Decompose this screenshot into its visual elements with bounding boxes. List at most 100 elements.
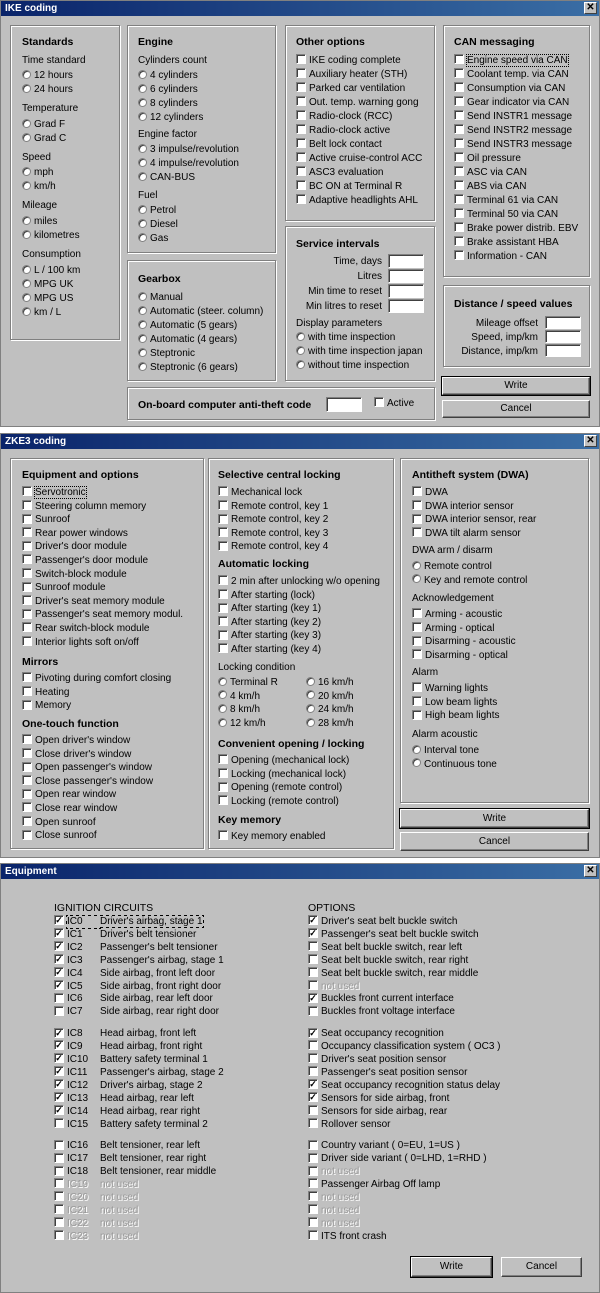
radio-button[interactable] (138, 97, 147, 107)
checkbox-option[interactable]: ✓ IC8 Head airbag, front left (54, 1027, 196, 1041)
checkbox[interactable] (308, 1104, 318, 1115)
checkmark-icon[interactable]: ✓ (54, 954, 64, 965)
checkbox-option[interactable]: Parked car ventilation (296, 82, 405, 96)
checkbox[interactable] (22, 734, 32, 745)
radio-button[interactable] (22, 306, 31, 316)
radio-button[interactable] (138, 171, 147, 181)
radio-option[interactable]: without time inspection (296, 359, 409, 373)
checkbox-option[interactable]: Disarming - acoustic (412, 635, 516, 649)
checkbox-option[interactable]: Passenger's seat memory modul. (22, 608, 183, 622)
checkbox[interactable] (22, 581, 32, 592)
checkbox[interactable] (296, 166, 306, 177)
checkbox-option[interactable]: Low beam lights (412, 695, 497, 710)
checkbox-option[interactable]: Key memory enabled (218, 830, 326, 844)
ike-write-button[interactable]: Write (441, 376, 591, 396)
radio-option[interactable]: 28 km/h (306, 717, 354, 731)
checkbox[interactable] (296, 124, 306, 135)
radio-option[interactable]: Grad C (22, 132, 66, 146)
checkmark-icon[interactable]: ✓ (54, 941, 64, 952)
checkbox-option[interactable]: Information - CAN (454, 250, 547, 264)
checkbox-option[interactable]: DWA interior sensor, rear (412, 513, 536, 527)
radio-button[interactable] (22, 264, 31, 274)
radio-option[interactable]: km/h (22, 180, 56, 194)
checkbox[interactable] (308, 1040, 318, 1051)
checkbox[interactable] (454, 152, 464, 163)
radio-option[interactable]: miles (22, 215, 57, 229)
checkbox-option[interactable]: Open rear window (22, 788, 116, 802)
checkbox[interactable] (218, 540, 228, 551)
checkbox-option[interactable]: Active cruise-control ACC (296, 152, 422, 166)
checkmark-icon[interactable]: ✓ (54, 928, 64, 939)
checkbox-option[interactable]: ✓ Buckles front current interface (308, 992, 454, 1006)
checkbox-option[interactable]: Driver's seat position sensor (308, 1053, 446, 1067)
checkbox-option[interactable]: Belt lock contact (296, 138, 382, 152)
checkbox[interactable] (296, 152, 306, 163)
checkbox-option[interactable]: Warning lights (412, 682, 488, 696)
checkbox-option[interactable]: ✓ IC11 Passenger's airbag, stage 2 (54, 1066, 224, 1080)
service-field-input[interactable] (388, 299, 424, 313)
checkbox-option[interactable]: ✓ IC2 Passenger's belt tensioner (54, 941, 218, 955)
radio-option[interactable]: 12 cylinders (138, 111, 203, 125)
checkbox-option[interactable]: Seat belt buckle switch, rear left (308, 941, 462, 955)
checkbox[interactable] (412, 608, 422, 619)
checkbox[interactable] (22, 685, 32, 696)
radio-option[interactable]: 8 cylinders (138, 97, 198, 111)
radio-option[interactable]: Diesel (138, 218, 178, 232)
checkbox-option[interactable]: Close driver's window (22, 747, 131, 762)
radio-option[interactable]: 16 km/h (306, 676, 354, 690)
checkbox-option[interactable]: IC17 Belt tensioner, rear right (54, 1152, 206, 1166)
checkbox-option[interactable]: ✓ IC12 Driver's airbag, stage 2 (54, 1079, 203, 1093)
checkbox[interactable] (218, 795, 228, 806)
checkbox[interactable] (22, 540, 32, 551)
checkbox[interactable] (454, 54, 464, 65)
distance-field-input[interactable] (545, 344, 581, 357)
radio-option[interactable]: Automatic (5 gears) (138, 319, 237, 333)
radio-button[interactable] (22, 83, 31, 93)
checkbox[interactable] (412, 527, 422, 538)
radio-option[interactable]: kilometres (22, 229, 80, 243)
radio-button[interactable] (138, 111, 147, 121)
checkmark-icon[interactable]: ✓ (54, 1040, 64, 1051)
equipment-cancel-button[interactable]: Cancel (501, 1257, 582, 1277)
checkbox-option[interactable]: Switch-block module (22, 567, 127, 582)
checkbox-option[interactable]: IC7 Side airbag, rear right door (54, 1005, 219, 1019)
radio-button[interactable] (218, 676, 227, 686)
checkbox[interactable] (218, 575, 228, 586)
checkbox-option[interactable]: Coolant temp. via CAN (454, 68, 569, 82)
checkbox[interactable] (296, 96, 306, 107)
checkbox-option[interactable]: Rear switch-block module (22, 622, 150, 636)
checkbox[interactable] (54, 1152, 64, 1163)
checkbox[interactable] (454, 96, 464, 107)
equipment-write-button[interactable]: Write (410, 1256, 493, 1278)
checkbox[interactable] (308, 1053, 318, 1064)
checkbox-option[interactable]: Auxiliary heater (STH) (296, 68, 407, 82)
radio-option[interactable]: Manual (138, 291, 183, 305)
checkbox[interactable] (454, 194, 464, 205)
checkbox[interactable] (374, 397, 384, 408)
checkbox-option[interactable]: Sunroof (22, 513, 70, 527)
radio-button[interactable] (138, 361, 147, 371)
radio-button[interactable] (22, 215, 31, 225)
checkbox-option[interactable]: Brake assistant HBA (454, 236, 559, 250)
checkbox-option[interactable]: Send INSTR3 message (454, 138, 572, 152)
checkbox-option[interactable]: IKE coding complete (296, 54, 401, 68)
distance-field-input[interactable] (545, 330, 581, 343)
checkbox[interactable] (454, 236, 464, 247)
checkbox[interactable] (218, 588, 228, 599)
checkbox-option[interactable]: Radio-clock (RCC) (296, 110, 392, 124)
radio-option[interactable]: Automatic (4 gears) (138, 333, 237, 347)
radio-button[interactable] (138, 204, 147, 214)
checkbox-option[interactable]: ✓ IC10 Battery safety terminal 1 (54, 1053, 208, 1067)
radio-option[interactable]: km / L (22, 306, 61, 320)
checkbox[interactable] (218, 499, 228, 510)
radio-button[interactable] (22, 180, 31, 190)
radio-option[interactable]: L / 100 km (22, 264, 80, 278)
checkbox[interactable] (218, 781, 228, 792)
checkbox[interactable] (412, 499, 422, 510)
checkbox[interactable] (218, 616, 228, 627)
checkbox[interactable] (22, 829, 32, 840)
checkbox-option[interactable]: IC15 Battery safety terminal 2 (54, 1117, 208, 1132)
checkbox-option[interactable]: Driver's door module (22, 540, 127, 554)
checkbox-option[interactable]: ✓ Driver's seat belt buckle switch (308, 915, 457, 929)
radio-option[interactable]: Remote control (412, 560, 492, 574)
